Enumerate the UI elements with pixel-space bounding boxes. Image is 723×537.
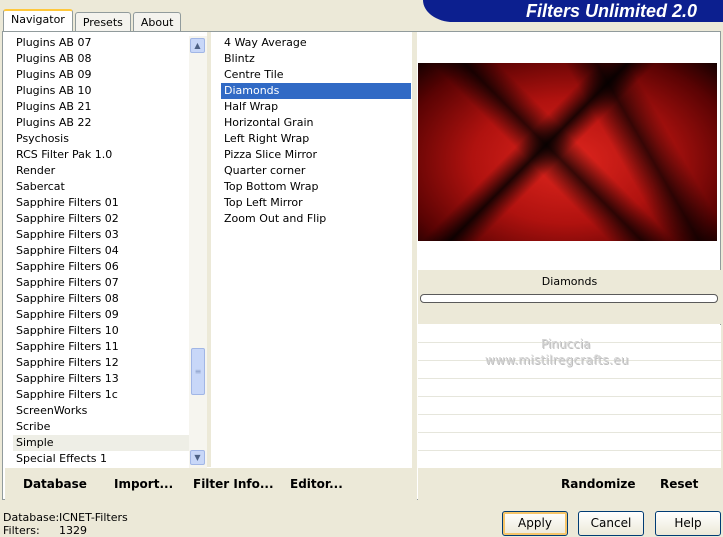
preview-image [418, 63, 717, 241]
tab-about[interactable]: About [132, 12, 182, 31]
parameter-row [418, 451, 721, 469]
list-item[interactable]: Scribe [13, 419, 189, 435]
parameter-row [418, 379, 721, 397]
database-label: Database: [3, 511, 60, 524]
status-info: Database: ICNET-Filters Filters: 1329 [3, 511, 128, 537]
list-item[interactable]: Plugins AB 08 [13, 51, 189, 67]
list-item[interactable]: Half Wrap [221, 99, 411, 115]
list-item[interactable]: Psychosis [13, 131, 189, 147]
list-item[interactable]: Sapphire Filters 07 [13, 275, 189, 291]
navigator-panel: Plugins AB 07 Plugins AB 08 Plugins AB 09 P… [2, 31, 721, 500]
help-button[interactable]: Help [655, 511, 721, 536]
list-item[interactable]: Zoom Out and Flip [221, 211, 411, 227]
list-item[interactable]: Plugins AB 10 [13, 83, 189, 99]
list-item[interactable]: Sapphire Filters 09 [13, 307, 189, 323]
watermark-text: Pinuccia [541, 337, 591, 351]
list-item[interactable]: Top Bottom Wrap [221, 179, 411, 195]
database-button[interactable]: Database [23, 477, 87, 491]
list-item[interactable]: Plugins AB 07 [13, 35, 189, 51]
list-item[interactable]: Quarter corner [221, 163, 411, 179]
apply-button[interactable]: Apply [502, 511, 568, 536]
list-item[interactable]: Sapphire Filters 1c [13, 387, 189, 403]
list-item[interactable]: Left Right Wrap [221, 131, 411, 147]
cancel-button[interactable]: Cancel [578, 511, 644, 536]
list-item[interactable]: Diamonds [221, 83, 411, 99]
chevron-up-icon[interactable]: ▲ [190, 38, 205, 53]
parameter-label: Diamonds [418, 270, 721, 294]
left-toolbar: Database Import... Filter Info... Editor… [5, 468, 412, 500]
filters-label: Filters: [3, 524, 40, 537]
filter-list[interactable]: 4 Way Average Blintz Centre Tile Diamonds Ha… [221, 35, 411, 227]
list-item[interactable]: Sapphire Filters 01 [13, 195, 189, 211]
list-item[interactable]: Sapphire Filters 06 [13, 259, 189, 275]
list-item[interactable]: Sapphire Filters 13 [13, 371, 189, 387]
list-item[interactable]: Pizza Slice Mirror [221, 147, 411, 163]
randomize-button[interactable]: Randomize [561, 477, 635, 491]
slider-track[interactable] [420, 294, 718, 303]
database-value: ICNET-Filters [59, 511, 128, 524]
editor-button[interactable]: Editor... [290, 477, 343, 491]
watermark-url: www.mistilregcrafts.eu [485, 353, 629, 367]
list-item[interactable]: Horizontal Grain [221, 115, 411, 131]
tab-navigator[interactable]: Navigator [3, 9, 73, 31]
parameter-row [418, 397, 721, 415]
scrollbar-thumb[interactable]: ≡ [191, 348, 205, 395]
divider [412, 32, 417, 500]
list-item[interactable]: ScreenWorks [13, 403, 189, 419]
tab-strip: Navigator Presets About [3, 9, 183, 31]
parameter-row [418, 433, 721, 451]
list-item[interactable]: Sapphire Filters 08 [13, 291, 189, 307]
list-item[interactable]: Sapphire Filters 04 [13, 243, 189, 259]
list-item[interactable]: Simple [13, 435, 189, 451]
tab-presets[interactable]: Presets [74, 12, 131, 31]
list-item[interactable]: Sapphire Filters 02 [13, 211, 189, 227]
chevron-down-icon[interactable]: ▼ [190, 450, 205, 465]
list-item[interactable]: Plugins AB 09 [13, 67, 189, 83]
list-item[interactable]: Plugins AB 22 [13, 115, 189, 131]
filters-count: 1329 [59, 524, 87, 537]
right-toolbar: Randomize Reset [418, 468, 721, 500]
list-item[interactable]: Blintz [221, 51, 411, 67]
list-item[interactable]: Sapphire Filters 11 [13, 339, 189, 355]
divider [207, 32, 211, 467]
list-item[interactable]: 4 Way Average [221, 35, 411, 51]
list-item[interactable]: Plugins AB 21 [13, 99, 189, 115]
list-item[interactable]: Sapphire Filters 12 [13, 355, 189, 371]
parameter-slider[interactable] [418, 294, 721, 324]
app-title-banner: Filters Unlimited 2.0 [423, 0, 723, 22]
list-item[interactable]: Sabercat [13, 179, 189, 195]
category-scrollbar[interactable]: ▲ ≡ ▼ [189, 36, 207, 468]
list-item[interactable]: Sapphire Filters 10 [13, 323, 189, 339]
list-item[interactable]: Render [13, 163, 189, 179]
parameter-row [418, 415, 721, 433]
list-item[interactable]: RCS Filter Pak 1.0 [13, 147, 189, 163]
filter-info-button[interactable]: Filter Info... [193, 477, 274, 491]
list-item[interactable]: Sapphire Filters 03 [13, 227, 189, 243]
list-item[interactable]: Top Left Mirror [221, 195, 411, 211]
list-item[interactable]: Special Effects 1 [13, 451, 189, 467]
reset-button[interactable]: Reset [660, 477, 698, 491]
category-list[interactable]: Plugins AB 07 Plugins AB 08 Plugins AB 09 P… [13, 35, 189, 467]
list-item[interactable]: Centre Tile [221, 67, 411, 83]
import-button[interactable]: Import... [114, 477, 173, 491]
